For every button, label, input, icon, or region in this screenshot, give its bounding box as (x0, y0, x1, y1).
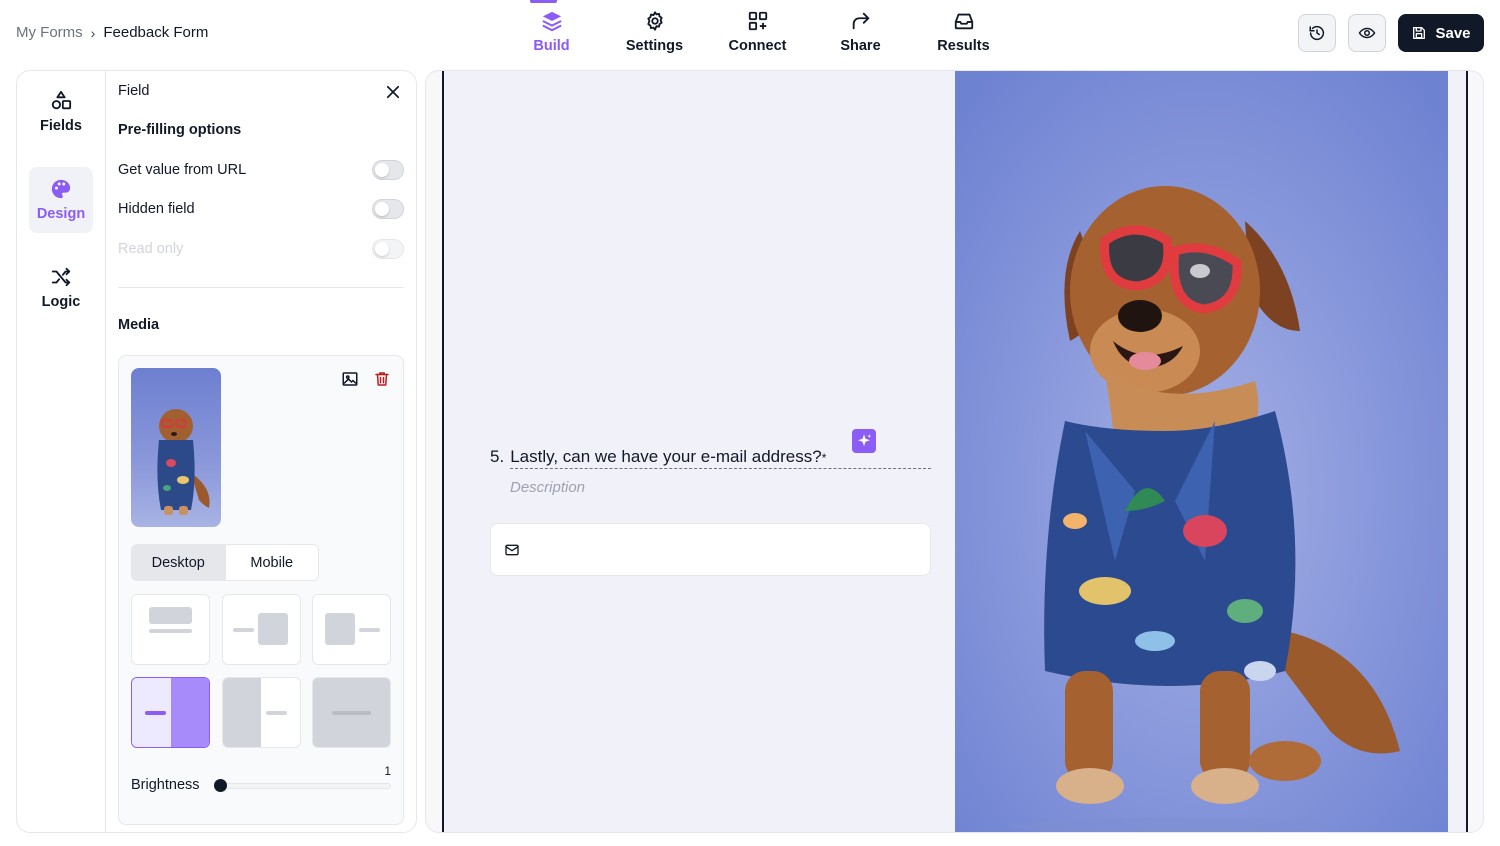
panel-header: Field (118, 83, 150, 99)
left-panel: Fields Design Logic Field Pre-filling op… (16, 70, 417, 833)
sparkle-glyph (858, 434, 872, 447)
slider-thumb[interactable] (214, 779, 227, 792)
layout-split-right-preview (132, 678, 209, 747)
tab-share[interactable]: Share (809, 0, 912, 64)
layout-option-1[interactable] (131, 594, 210, 665)
question-text-content: Lastly, can we have your e-mail address? (510, 447, 822, 466)
rail-item-design-label: Design (36, 206, 86, 222)
tab-results[interactable]: Results (912, 0, 1015, 64)
top-nav: Build Settings Connect Share Results (500, 0, 1015, 64)
save-button-label: Save (1435, 24, 1471, 42)
layout-option-4[interactable] (131, 677, 210, 748)
layout-right-image-preview (233, 613, 288, 645)
eye-icon (1358, 27, 1376, 39)
brightness-value: 1 (384, 764, 391, 778)
media-box: Desktop Mobile Brightness 1 (118, 355, 404, 825)
layout-split-left-preview (223, 678, 287, 747)
close-icon[interactable] (384, 83, 402, 101)
preview-frame: 5. Lastly, can we have your e-mail addre… (442, 71, 1468, 832)
description-placeholder[interactable]: Description (510, 479, 585, 496)
form-preview: 5. Lastly, can we have your e-mail addre… (425, 70, 1484, 833)
email-field[interactable] (490, 523, 931, 576)
tab-settings[interactable]: Settings (603, 0, 706, 64)
tab-build-label: Build (533, 38, 570, 54)
rail-item-fields-label: Fields (40, 118, 82, 134)
layout-option-2[interactable] (222, 594, 301, 665)
layout-left-image-preview (325, 613, 380, 645)
rail-item-fields[interactable]: Fields (29, 79, 93, 145)
required-mark: * (821, 451, 827, 465)
layout-background-preview (332, 711, 371, 715)
url-value-toggle[interactable] (372, 160, 404, 180)
brightness-slider[interactable] (214, 779, 391, 792)
desktop-tab[interactable]: Desktop (132, 545, 225, 580)
tab-connect[interactable]: Connect (706, 0, 809, 64)
toggle-row-url: Get value from URL (118, 158, 404, 182)
trash-icon[interactable] (373, 370, 391, 388)
rail-item-logic[interactable]: Logic (29, 255, 93, 321)
breadcrumb-current: Feedback Form (103, 24, 209, 41)
share-arrow-icon (852, 12, 869, 30)
toggle-row-readonly: Read only (118, 237, 404, 261)
layout-top-image-preview (149, 607, 192, 633)
side-rail: Fields Design Logic (17, 71, 106, 832)
breadcrumb-my-forms[interactable]: My Forms (16, 24, 83, 41)
tab-share-label: Share (840, 38, 881, 54)
layout-option-6[interactable] (312, 677, 391, 748)
brightness-label: Brightness (131, 777, 200, 793)
toggle-row-hidden: Hidden field (118, 197, 404, 221)
top-actions: Save (1298, 14, 1484, 52)
dog-photo (955, 71, 1448, 832)
mail-icon (505, 544, 519, 555)
dog-thumbnail-image (157, 409, 210, 515)
tab-build[interactable]: Build (500, 0, 603, 64)
question-number: 5. (490, 447, 505, 466)
hidden-field-toggle[interactable] (372, 199, 404, 219)
layers-icon (541, 11, 562, 32)
shuffle-icon (51, 267, 71, 287)
toggle-url-label: Get value from URL (118, 162, 247, 178)
divider (118, 287, 404, 288)
palette-icon (51, 179, 71, 199)
image-icon[interactable] (341, 370, 359, 388)
gear-icon (646, 11, 663, 31)
mobile-tab[interactable]: Mobile (224, 545, 318, 580)
layout-option-5[interactable] (222, 677, 301, 748)
shapes-icon (51, 90, 72, 110)
breadcrumb-separator: › (90, 24, 96, 41)
tab-settings-label: Settings (625, 38, 684, 54)
device-toggle: Desktop Mobile (131, 544, 319, 581)
save-icon (1413, 27, 1426, 39)
toggle-hidden-label: Hidden field (118, 201, 195, 217)
rail-item-logic-label: Logic (41, 294, 81, 310)
media-title: Media (118, 317, 160, 333)
tab-results-label: Results (937, 38, 990, 54)
breadcrumb: My Forms › Feedback Form (16, 24, 208, 41)
read-only-toggle (372, 239, 404, 259)
rail-item-design[interactable]: Design (29, 167, 93, 233)
history-icon (1309, 25, 1325, 41)
form-background-image (955, 71, 1448, 832)
sparkle-icon[interactable] (852, 429, 876, 453)
grid-plus-icon (748, 11, 767, 31)
save-button[interactable]: Save (1398, 14, 1484, 52)
field-settings-panel: Field Pre-filling options Get value from… (106, 71, 416, 832)
preview-button[interactable] (1348, 14, 1386, 52)
tab-connect-label: Connect (728, 38, 787, 54)
inbox-icon (954, 13, 973, 30)
history-button[interactable] (1298, 14, 1336, 52)
toggle-readonly-label: Read only (118, 241, 184, 257)
prefill-title: Pre-filling options (118, 122, 242, 138)
media-thumbnail[interactable] (131, 368, 221, 527)
layout-option-3[interactable] (312, 594, 391, 665)
